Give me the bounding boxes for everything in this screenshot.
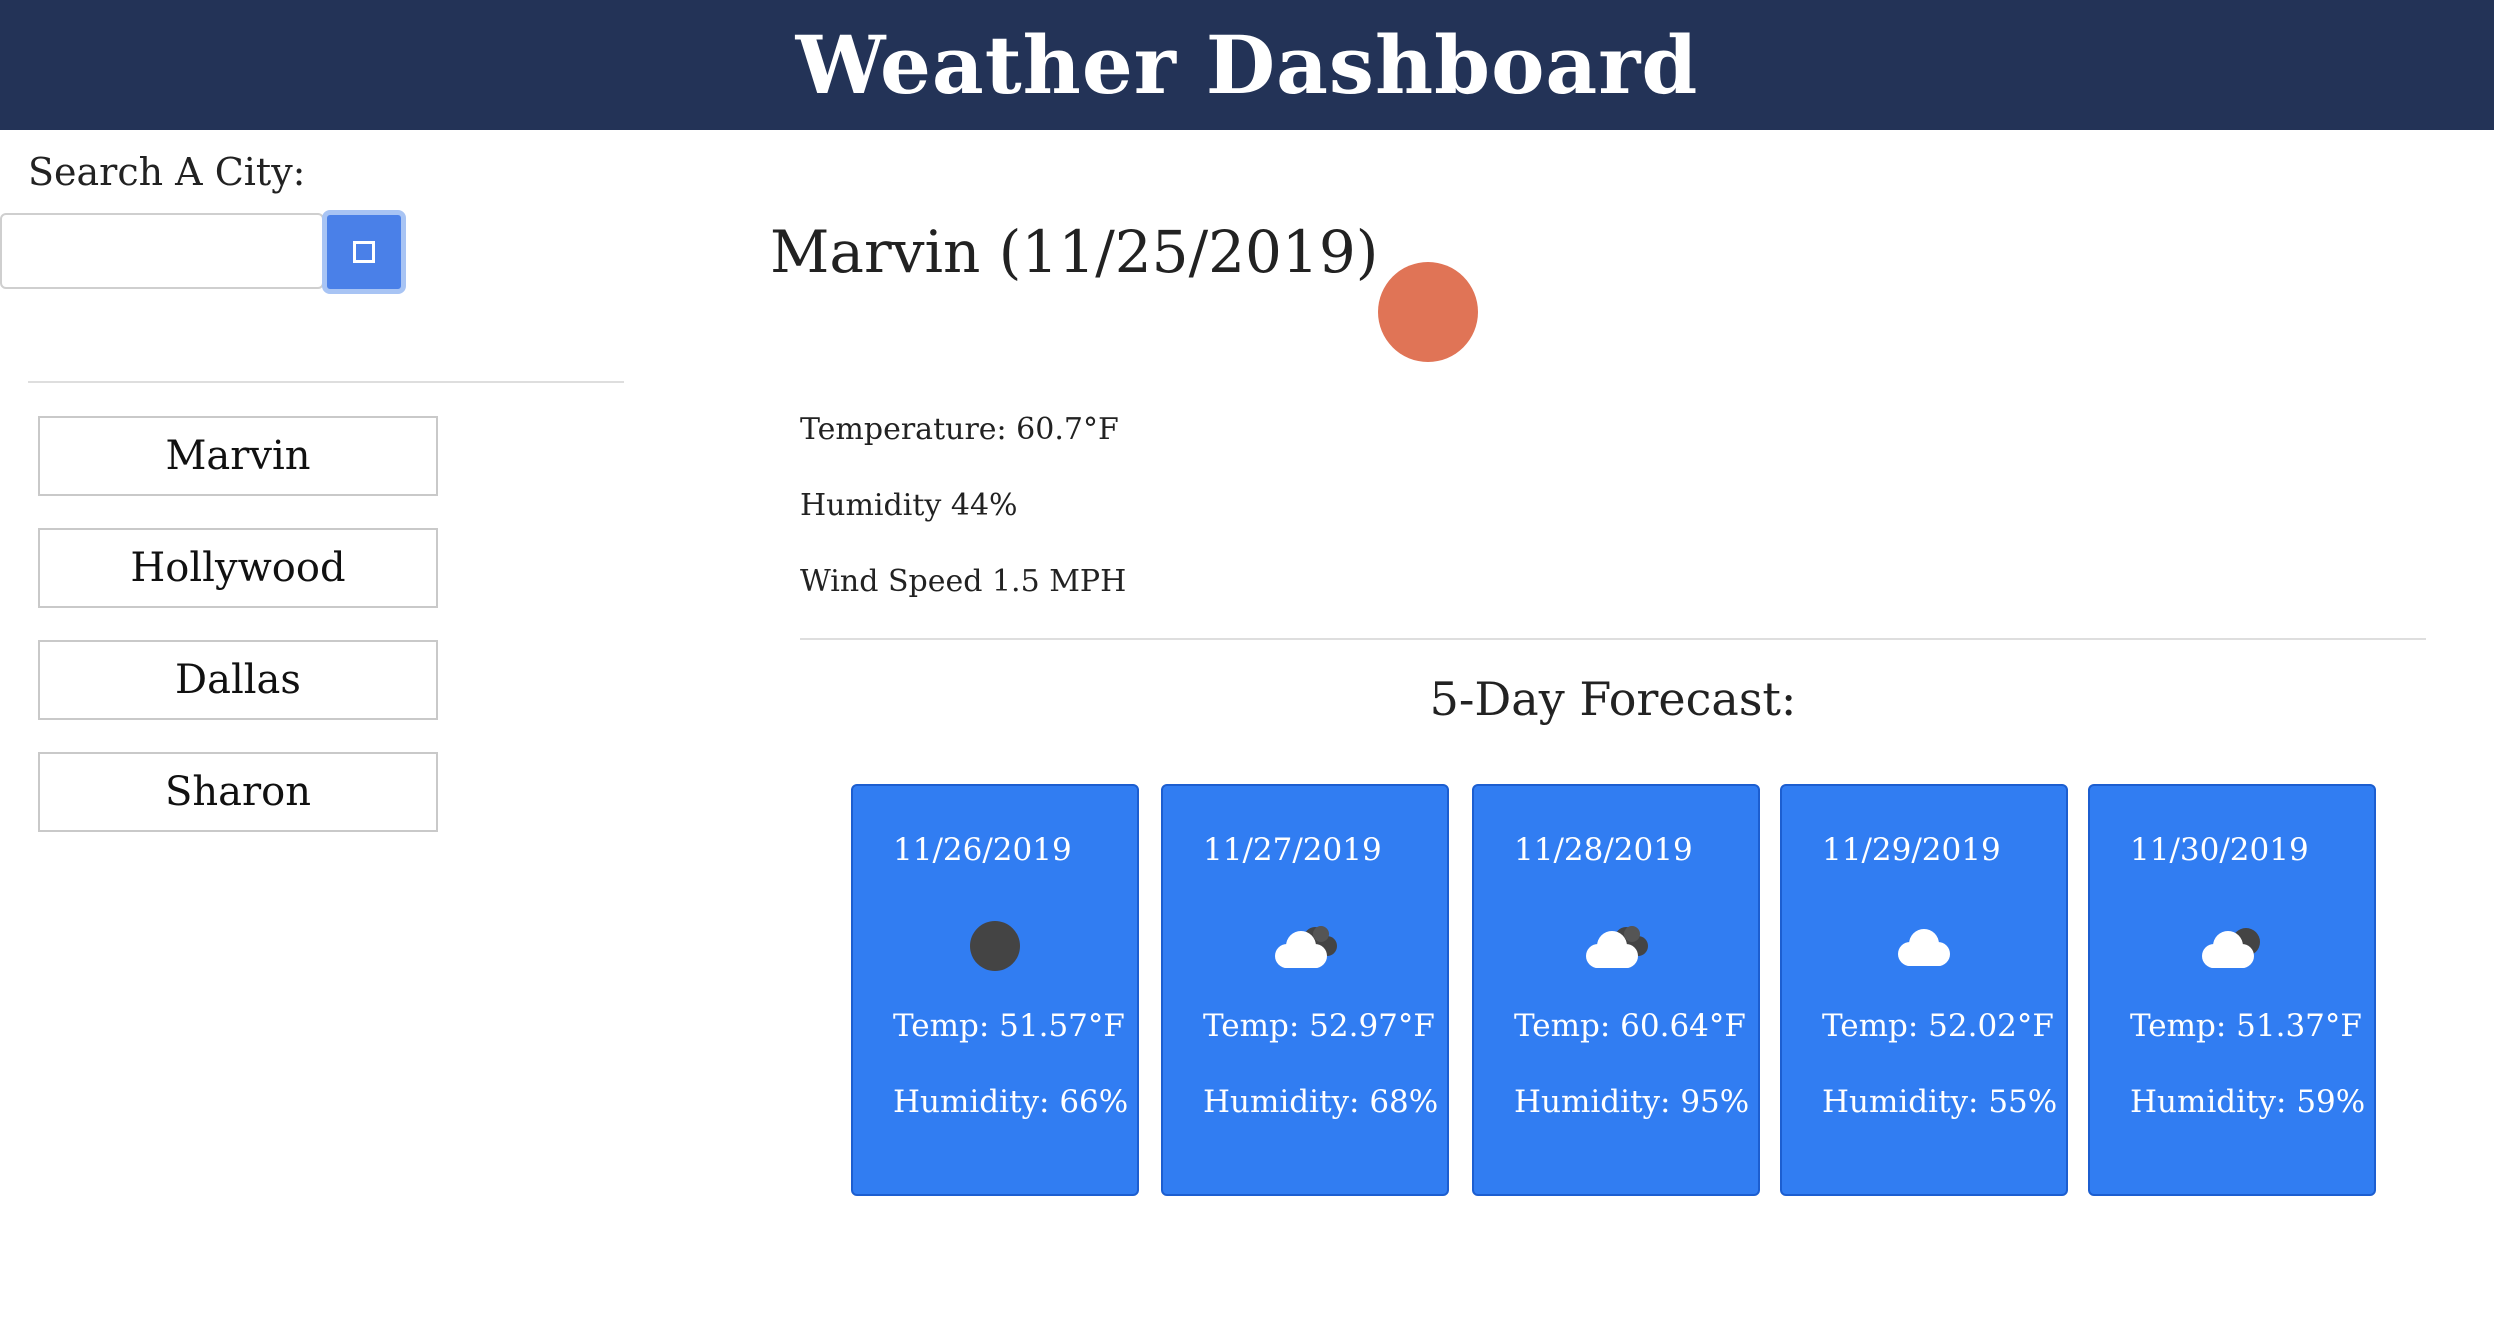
forecast-humidity: Humidity: 66% <box>893 1084 1129 1120</box>
search-label: Search A City: <box>28 150 306 194</box>
current-temperature: Temperature: 60.7°F <box>800 412 1119 447</box>
cloudy-night-icon <box>1586 926 1648 968</box>
search-input[interactable] <box>0 213 324 289</box>
forecast-icon <box>853 914 1137 978</box>
forecast-icon <box>1474 914 1758 978</box>
forecast-icon <box>1782 914 2066 978</box>
forecast-icon <box>2090 914 2374 978</box>
forecast-date: 11/28/2019 <box>1514 832 1693 868</box>
current-humidity: Humidity 44% <box>800 488 1018 523</box>
forecast-card: 11/28/2019 Temp: 60.64°F Humidity: 95% <box>1472 784 1760 1196</box>
forecast-humidity: Humidity: 95% <box>1514 1084 1750 1120</box>
sun-icon <box>1378 262 1478 362</box>
sidebar-divider <box>28 381 624 383</box>
clear-night-icon <box>970 921 1020 971</box>
forecast-humidity: Humidity: 55% <box>1822 1084 2058 1120</box>
search-button[interactable] <box>322 210 406 294</box>
city-button-marvin[interactable]: Marvin <box>38 416 438 496</box>
forecast-card: 11/26/2019 Temp: 51.57°F Humidity: 66% <box>851 784 1139 1196</box>
forecast-temp: Temp: 51.57°F <box>893 1008 1125 1044</box>
city-button-hollywood[interactable]: Hollywood <box>38 528 438 608</box>
forecast-temp: Temp: 51.37°F <box>2130 1008 2362 1044</box>
search-icon <box>353 241 375 263</box>
app-header: Weather Dashboard <box>0 0 2494 130</box>
city-button-dallas[interactable]: Dallas <box>38 640 438 720</box>
forecast-temp: Temp: 60.64°F <box>1514 1008 1746 1044</box>
city-history-list: Marvin Hollywood Dallas Sharon <box>38 416 438 864</box>
forecast-icon <box>1163 914 1447 978</box>
cloud-icon <box>1898 929 1950 966</box>
current-wind-speed: Wind Speed 1.5 MPH <box>800 564 1127 599</box>
forecast-date: 11/26/2019 <box>893 832 1072 868</box>
forecast-card: 11/30/2019 Temp: 51.37°F Humidity: 59% <box>2088 784 2376 1196</box>
forecast-date: 11/27/2019 <box>1203 832 1382 868</box>
forecast-title: 5-Day Forecast: <box>1429 672 1797 726</box>
forecast-date: 11/30/2019 <box>2130 832 2309 868</box>
forecast-card: 11/27/2019 Temp: 52.97°F Humidity: 68% <box>1161 784 1449 1196</box>
forecast-temp: Temp: 52.02°F <box>1822 1008 2054 1044</box>
city-button-sharon[interactable]: Sharon <box>38 752 438 832</box>
forecast-humidity: Humidity: 68% <box>1203 1084 1439 1120</box>
cloudy-night-icon <box>1275 926 1337 968</box>
forecast-date: 11/29/2019 <box>1822 832 2001 868</box>
app-title: Weather Dashboard <box>795 18 1699 112</box>
main-divider <box>800 638 2426 640</box>
partly-cloudy-night-icon <box>2202 928 2260 968</box>
forecast-temp: Temp: 52.97°F <box>1203 1008 1435 1044</box>
forecast-humidity: Humidity: 59% <box>2130 1084 2366 1120</box>
forecast-card: 11/29/2019 Temp: 52.02°F Humidity: 55% <box>1780 784 2068 1196</box>
current-city-title: Marvin (11/25/2019) <box>770 218 1379 286</box>
